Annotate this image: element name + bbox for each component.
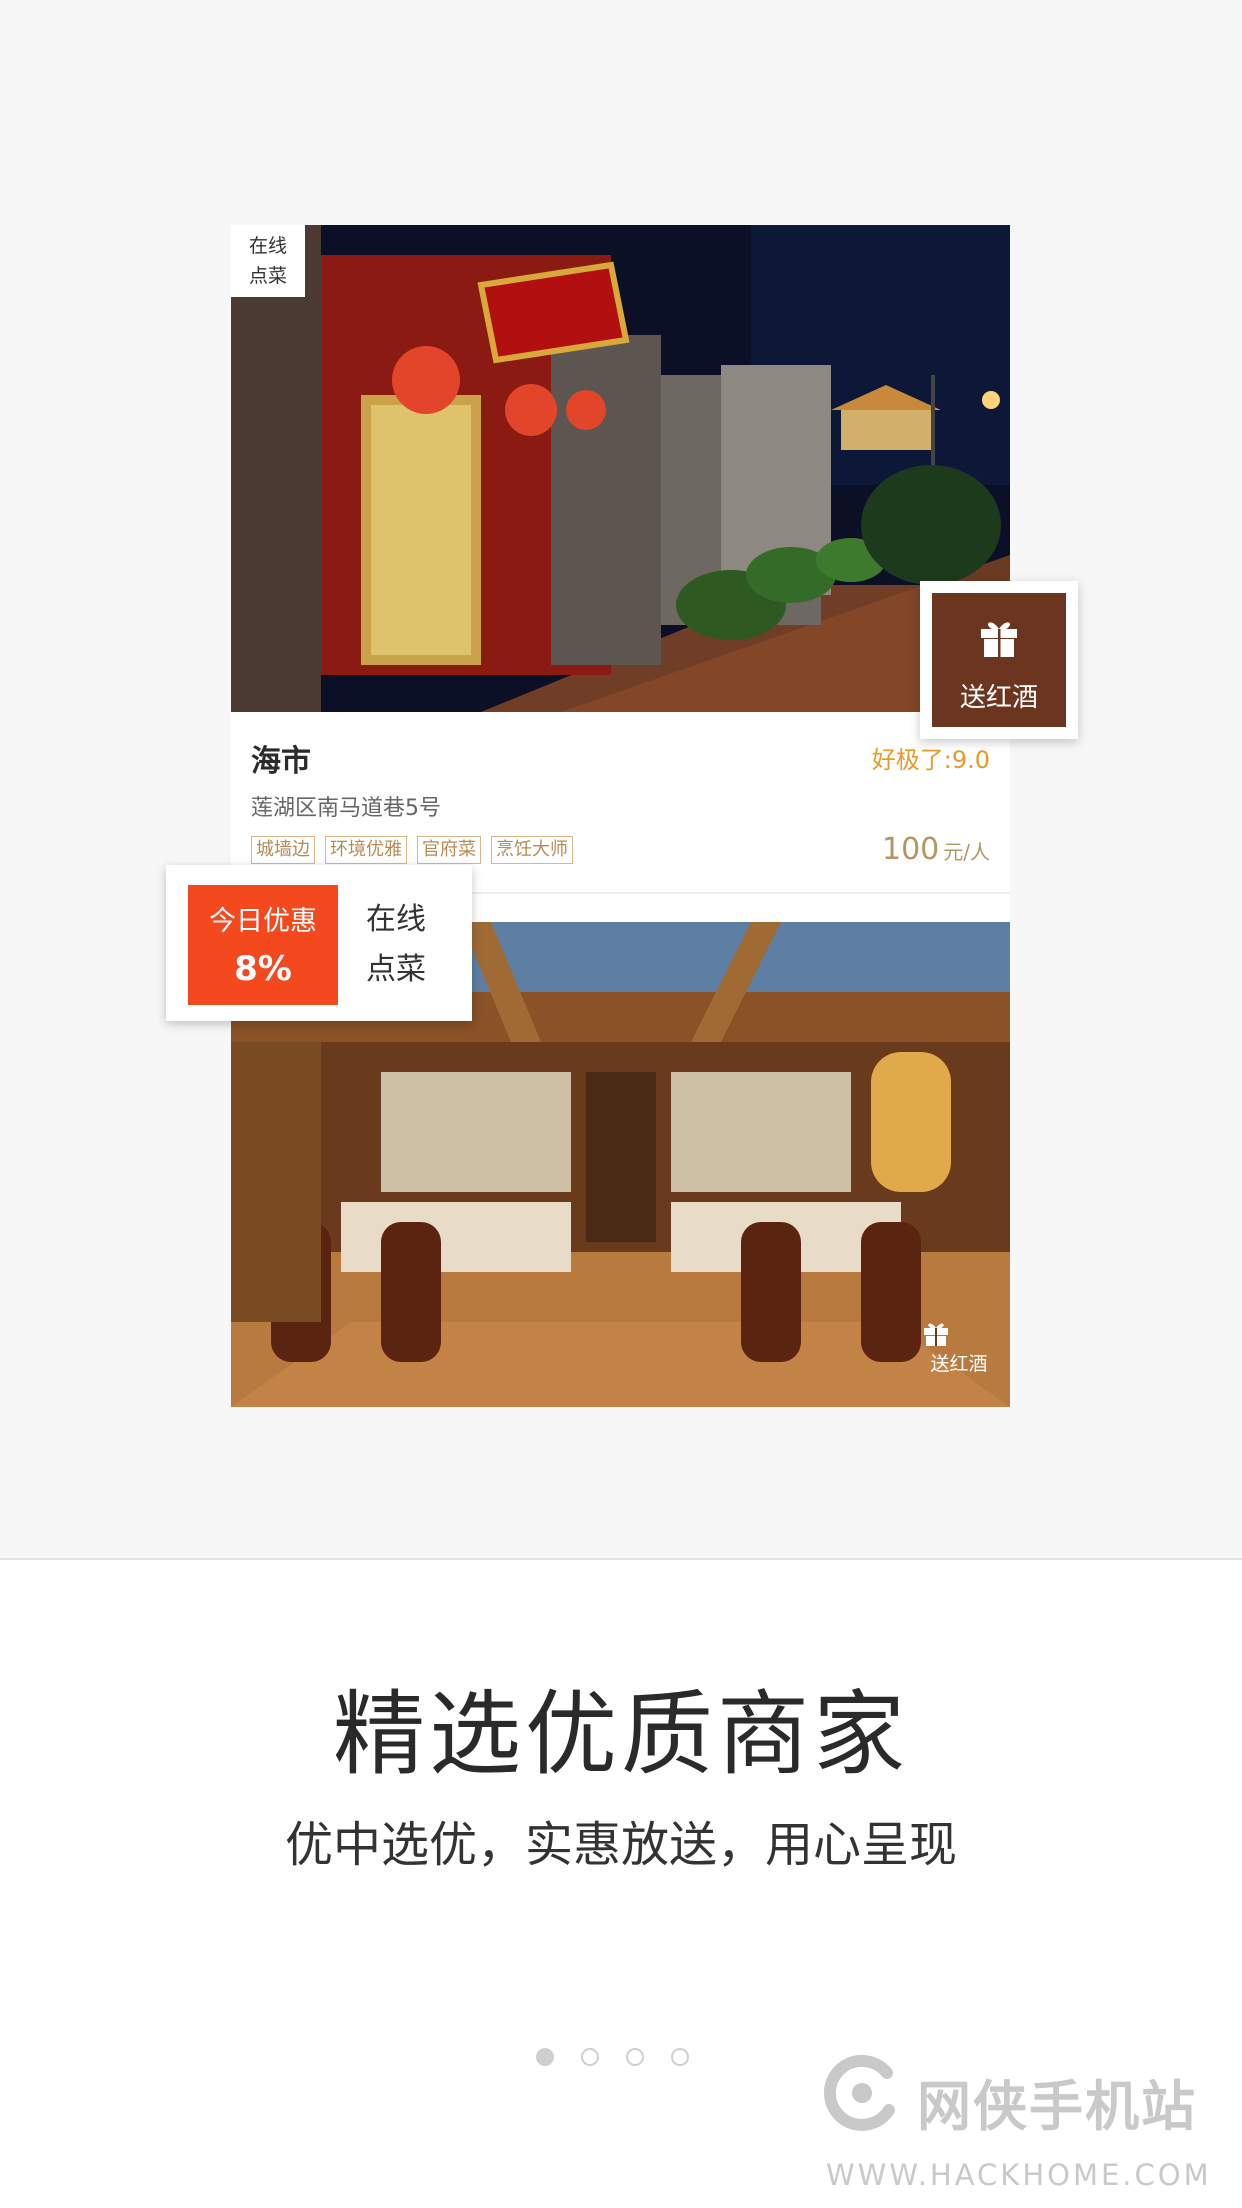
online-order-tag: 在线 点菜	[231, 225, 305, 297]
online-tag-line1: 在线	[248, 235, 287, 257]
online-order-line2: 点菜	[366, 952, 426, 987]
restaurant-rating: 好极了:9.0	[871, 746, 990, 774]
restaurant-address: 莲湖区南马道巷5号	[251, 796, 441, 821]
page-indicator[interactable]	[536, 2048, 689, 2066]
restaurant-photo-exterior: 在线 点菜	[231, 225, 1010, 712]
online-order-label: 在线 点菜	[338, 885, 454, 1005]
today-deal-discount: 今日优惠 8%	[188, 885, 338, 1005]
online-order-line1: 在线	[366, 902, 426, 937]
gift-icon	[981, 622, 1017, 657]
page-dot[interactable]	[671, 2048, 689, 2066]
online-tag-line2: 点菜	[248, 265, 287, 287]
price-value: 100	[881, 832, 940, 867]
today-deal-badge[interactable]: 今日优惠 8% 在线 点菜	[166, 865, 472, 1021]
page-dot-active[interactable]	[536, 2048, 554, 2066]
watermark: 网侠手机站 WWW.HACKHOME.COM	[812, 2040, 1232, 2200]
gift-wine-badge[interactable]: 送红酒	[920, 581, 1078, 739]
watermark-text: 网侠手机站	[917, 2075, 1197, 2138]
tag-item: 环境优雅	[325, 836, 407, 864]
page-dot[interactable]	[581, 2048, 599, 2066]
page-headline: 精选优质商家	[332, 1681, 909, 1788]
gift-wine-label: 送红酒	[959, 683, 1038, 713]
gift-icon	[924, 1323, 948, 1346]
page-dot[interactable]	[626, 2048, 644, 2066]
price-unit: 元/人	[943, 840, 990, 864]
tag-item: 城墙边	[251, 836, 315, 864]
restaurant-name[interactable]: 海市	[251, 736, 311, 780]
small-gift-badge: 送红酒	[921, 1317, 997, 1376]
page-subline: 优中选优，实惠放送，用心呈现	[284, 1817, 957, 1873]
restaurant-card[interactable]: 在线 点菜 海市 好极了:9.0 莲湖区南马道巷5号 城墙边 环境优雅 官府菜 …	[231, 225, 1010, 1407]
watermark-logo-icon	[823, 2054, 895, 2131]
tag-item: 官府菜	[417, 836, 481, 864]
restaurant-tags: 城墙边 环境优雅 官府菜 烹饪大师	[251, 836, 573, 864]
watermark-url: WWW.HACKHOME.COM	[826, 2158, 1212, 2192]
tag-item: 烹饪大师	[491, 836, 573, 864]
today-deal-title: 今日优惠	[209, 906, 317, 937]
small-gift-label: 送红酒	[930, 1353, 988, 1375]
today-deal-percent: 8%	[234, 949, 292, 989]
gift-wine-inner: 送红酒	[932, 593, 1066, 727]
price-per-person: 100 元/人	[882, 832, 990, 867]
